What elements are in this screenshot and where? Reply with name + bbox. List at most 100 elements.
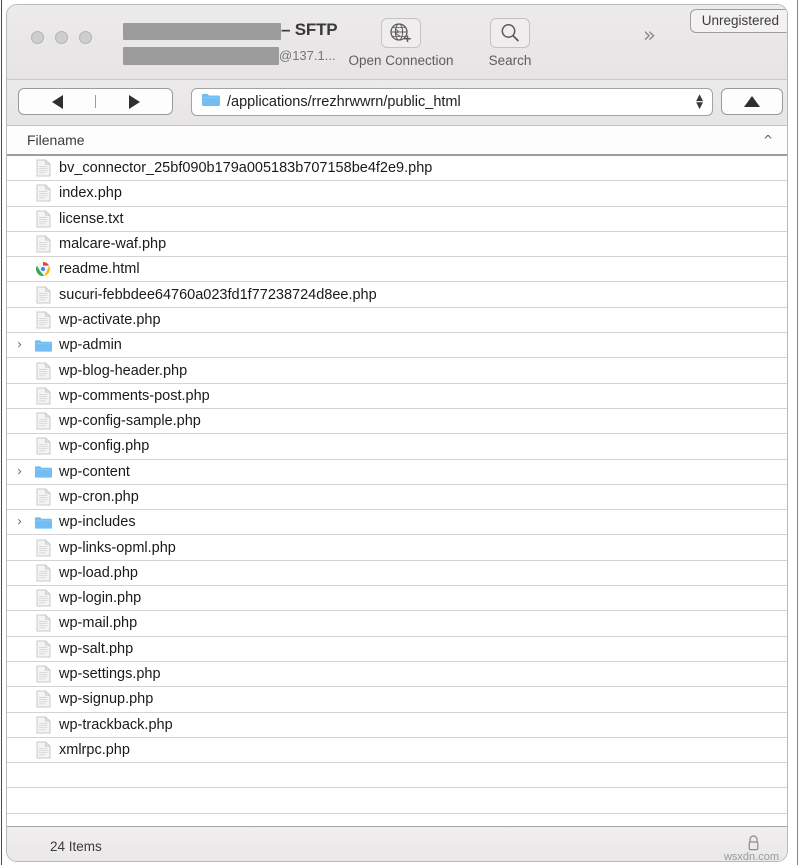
desktop-edge-left [0, 0, 3, 865]
back-button[interactable] [19, 89, 95, 114]
forward-button[interactable] [96, 89, 172, 114]
chevrons-right-icon[interactable]: » [643, 25, 656, 46]
table-row[interactable]: bv_connector_25bf090b179a005183b707158be… [7, 156, 787, 182]
table-row-empty [7, 788, 787, 814]
file-name-label: wp-comments-post.php [59, 387, 210, 404]
document-icon [34, 285, 52, 304]
column-header-filename[interactable]: Filename ^ [7, 126, 787, 156]
table-row[interactable]: wp-mail.php [7, 611, 787, 637]
document-icon [34, 614, 52, 632]
table-row[interactable]: wp-signup.php [7, 687, 787, 713]
table-row[interactable]: wp-trackback.php [7, 713, 787, 738]
minimize-button[interactable] [55, 31, 68, 44]
table-row[interactable]: wp-config-sample.php [7, 409, 787, 435]
parent-directory-button[interactable] [721, 88, 783, 115]
window-title-host: @137.1... [279, 48, 336, 63]
file-name-label: wp-config-sample.php [59, 413, 201, 430]
file-name-label: wp-cron.php [59, 489, 139, 505]
watermark-text: wsxdn.com [723, 851, 779, 862]
file-name-label: index.php [59, 185, 122, 202]
document-icon [34, 235, 52, 253]
folder-icon [34, 336, 52, 354]
document-icon [34, 361, 52, 380]
desktop-edge-right [796, 0, 800, 865]
file-name-label: sucuri-febbdee64760a023fd1f77238724d8ee.… [59, 286, 377, 303]
document-icon [34, 715, 52, 734]
table-row[interactable]: xmlrpc.php [7, 738, 787, 764]
folder-icon [201, 92, 220, 112]
table-row[interactable]: wp-blog-header.php [7, 358, 787, 384]
document-icon [34, 563, 52, 582]
chevron-right-icon[interactable]: › [17, 465, 22, 478]
triangle-left-icon [51, 94, 63, 109]
document-icon [34, 184, 52, 202]
toolbar-button-search[interactable]: Search [450, 18, 570, 68]
table-row[interactable]: › wp-includes [7, 510, 787, 536]
table-row[interactable]: malcare-waf.php [7, 232, 787, 258]
table-row[interactable]: › wp-content [7, 460, 787, 485]
redacted-username-bar [123, 23, 281, 40]
window-title: – SFTP @137.1... [123, 17, 343, 69]
window-title-protocol: – SFTP [281, 20, 338, 39]
file-list[interactable]: bv_connector_25bf090b179a005183b707158be… [7, 156, 787, 826]
triangle-up-icon [744, 96, 760, 107]
navigation-bar: /applications/rrezhrwwrn/public_html ▲ ▼ [7, 80, 787, 126]
table-row[interactable]: wp-login.php [7, 586, 787, 612]
browser-document-icon [34, 260, 52, 278]
table-row[interactable]: wp-cron.php [7, 485, 787, 511]
file-name-label: readme.html [59, 261, 140, 278]
file-name-label: wp-mail.php [59, 615, 138, 632]
file-name-label: wp-login.php [59, 590, 142, 607]
close-button[interactable] [31, 31, 44, 44]
file-name-label: license.txt [59, 210, 124, 227]
toolbar-label-open-connection: Open Connection [348, 53, 454, 68]
table-row[interactable]: wp-salt.php [7, 637, 787, 662]
file-name-label: wp-signup.php [59, 691, 154, 708]
document-icon [34, 741, 52, 759]
maximize-button[interactable] [79, 31, 92, 44]
file-name-label: wp-load.php [59, 564, 138, 581]
up-down-chevron-icon[interactable]: ▲ ▼ [696, 92, 703, 112]
column-header-label: Filename [27, 132, 85, 148]
file-name-label: wp-includes [59, 514, 136, 531]
table-row[interactable]: wp-links-opml.php [7, 535, 787, 561]
table-row[interactable]: readme.html [7, 257, 787, 283]
document-icon [34, 665, 52, 683]
table-row[interactable]: sucuri-febbdee64760a023fd1f77238724d8ee.… [7, 282, 787, 308]
table-row[interactable]: wp-config.php [7, 434, 787, 460]
redacted-hostname-bar [123, 47, 279, 65]
table-row-empty [7, 763, 787, 789]
table-row[interactable]: › wp-admin [7, 333, 787, 359]
table-row[interactable]: wp-load.php [7, 561, 787, 587]
file-name-label: bv_connector_25bf090b179a005183b707158be… [59, 160, 433, 177]
chevron-right-icon[interactable]: › [17, 339, 22, 352]
file-name-label: wp-trackback.php [59, 716, 173, 733]
document-icon [34, 412, 52, 430]
table-row[interactable]: wp-settings.php [7, 662, 787, 688]
screenshot-root: – SFTP @137.1... Open Connection Search … [0, 0, 800, 865]
table-row[interactable]: wp-comments-post.php [7, 384, 787, 409]
toolbar-button-open-connection[interactable]: Open Connection [339, 18, 463, 68]
status-bar: 24 Items wsxdn.com [7, 826, 787, 862]
chevron-right-icon[interactable]: › [17, 516, 22, 529]
document-icon [34, 538, 52, 557]
table-row[interactable]: index.php [7, 181, 787, 207]
file-name-label: wp-blog-header.php [59, 362, 188, 379]
file-name-label: wp-config.php [59, 438, 150, 455]
unregistered-badge[interactable]: Unregistered [689, 9, 787, 33]
document-icon [34, 589, 52, 607]
path-dropdown[interactable]: /applications/rrezhrwwrn/public_html ▲ ▼ [191, 88, 713, 116]
sftp-client-window: – SFTP @137.1... Open Connection Search … [6, 4, 788, 862]
path-text: /applications/rrezhrwwrn/public_html [227, 94, 461, 110]
file-name-label: wp-admin [59, 337, 122, 354]
document-icon [34, 159, 52, 177]
table-row[interactable]: license.txt [7, 207, 787, 232]
document-icon [34, 488, 52, 506]
file-name-label: wp-activate.php [59, 311, 161, 328]
globe-plus-icon [381, 18, 421, 48]
folder-icon [34, 513, 52, 531]
item-count-label: 24 Items [50, 838, 102, 854]
file-name-label: wp-settings.php [59, 666, 161, 683]
table-row[interactable]: wp-activate.php [7, 308, 787, 334]
toolbar-label-search: Search [488, 53, 532, 68]
